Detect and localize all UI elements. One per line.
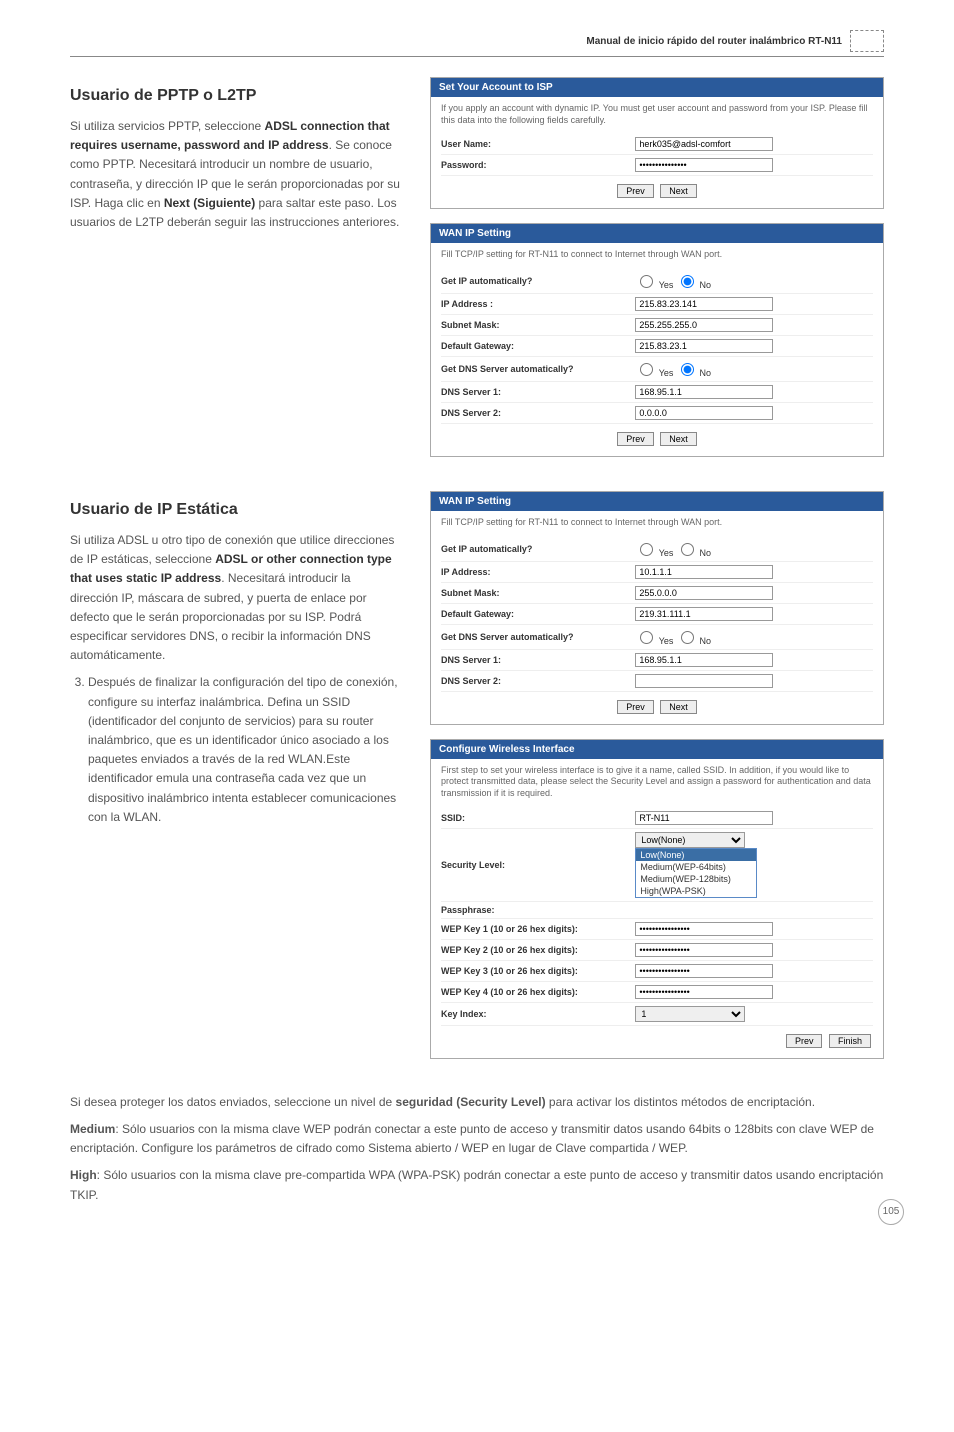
security-level-select[interactable]: Low(None) [635,832,745,848]
wep3-label: WEP Key 3 (10 or 26 hex digits): [441,966,635,976]
mask-label-2: Subnet Mask: [441,588,635,598]
panel2-desc: Fill TCP/IP setting for RT-N11 to connec… [441,249,873,261]
dns2-input[interactable] [635,406,773,420]
security-level-dropdown[interactable]: Low(None) Medium(WEP-64bits) Medium(WEP-… [635,848,757,898]
dns2-input-2[interactable] [635,674,773,688]
panel1-desc: If you apply an account with dynamic IP.… [441,103,873,126]
asus-logo-icon [850,30,884,52]
dropdown-opt-low[interactable]: Low(None) [636,849,756,861]
panel-configure-wireless: Configure Wireless Interface First step … [430,739,884,1059]
dnsauto-yes-2[interactable] [640,631,653,644]
next-button[interactable]: Next [660,184,697,198]
gw-label: Default Gateway: [441,341,635,351]
dnsauto-no-2[interactable] [681,631,694,644]
panel-wan-ip-2: WAN IP Setting Fill TCP/IP setting for R… [430,491,884,725]
panel-set-account: Set Your Account to ISP If you apply an … [430,77,884,209]
panel-wan-ip-1: WAN IP Setting Fill TCP/IP setting for R… [430,223,884,457]
panel4-desc: First step to set your wireless interfac… [441,765,873,800]
next-button[interactable]: Next [660,700,697,714]
dns1-input-2[interactable] [635,653,773,667]
dropdown-opt-high[interactable]: High(WPA-PSK) [636,885,756,897]
mask-input-2[interactable] [635,586,773,600]
keyidx-select[interactable]: 1 [635,1006,745,1022]
password-label: Password: [441,160,635,170]
next-button[interactable]: Next [660,432,697,446]
user-name-label: User Name: [441,139,635,149]
dns1-label: DNS Server 1: [441,387,635,397]
ip-input[interactable] [635,297,773,311]
auto-ip-no-2[interactable] [681,543,694,556]
dnsauto-label: Get DNS Server automatically? [441,364,635,374]
mask-input[interactable] [635,318,773,332]
dnsauto-label-2: Get DNS Server automatically? [441,632,635,642]
mask-label: Subnet Mask: [441,320,635,330]
dns2-label-2: DNS Server 2: [441,676,635,686]
wep4-input[interactable] [635,985,773,999]
finish-button[interactable]: Finish [829,1034,871,1048]
auto-ip-label: Get IP automatically? [441,276,635,286]
panel-wan1-title: WAN IP Setting [431,224,883,243]
gw-input[interactable] [635,339,773,353]
dns1-input[interactable] [635,385,773,399]
ssid-input[interactable] [635,811,773,825]
page-number: 105 [878,1199,904,1225]
step-list: Después de finalizar la configuración de… [70,673,400,827]
wep4-label: WEP Key 4 (10 or 26 hex digits): [441,987,635,997]
dropdown-opt-med128[interactable]: Medium(WEP-128bits) [636,873,756,885]
auto-ip-label-2: Get IP automatically? [441,544,635,554]
auto-ip-yes-2[interactable] [640,543,653,556]
panel3-desc: Fill TCP/IP setting for RT-N11 to connec… [441,517,873,529]
wep1-label: WEP Key 1 (10 or 26 hex digits): [441,924,635,934]
step-3: Después de finalizar la configuración de… [88,673,400,827]
gw-input-2[interactable] [635,607,773,621]
wep2-input[interactable] [635,943,773,957]
page-header: Manual de inicio rápido del router inalá… [70,30,884,57]
wep1-input[interactable] [635,922,773,936]
dropdown-opt-med64[interactable]: Medium(WEP-64bits) [636,861,756,873]
pptp-body: Si utiliza servicios PPTP, seleccione AD… [70,117,400,232]
bottom-text: Si desea proteger los datos enviados, se… [70,1093,884,1205]
ip-label: IP Address : [441,299,635,309]
wep2-label: WEP Key 2 (10 or 26 hex digits): [441,945,635,955]
wep3-input[interactable] [635,964,773,978]
keyidx-label: Key Index: [441,1009,635,1019]
security-level-label: Security Level: [441,860,635,870]
auto-ip-no[interactable] [681,275,694,288]
gw-label-2: Default Gateway: [441,609,635,619]
dnsauto-yes[interactable] [640,363,653,376]
ssid-label: SSID: [441,813,635,823]
ip-label-2: IP Address: [441,567,635,577]
dns1-label-2: DNS Server 1: [441,655,635,665]
password-input[interactable] [635,158,773,172]
auto-ip-yes[interactable] [640,275,653,288]
panel-set-account-title: Set Your Account to ISP [431,78,883,97]
panel-wan2-title: WAN IP Setting [431,492,883,511]
dnsauto-no[interactable] [681,363,694,376]
passphrase-label: Passphrase: [441,905,635,915]
pptp-heading: Usuario de PPTP o L2TP [70,87,400,105]
ip-input-2[interactable] [635,565,773,579]
prev-button[interactable]: Prev [617,700,654,714]
prev-button[interactable]: Prev [786,1034,823,1048]
user-name-input[interactable] [635,137,773,151]
static-ip-body: Si utiliza ADSL u otro tipo de conexión … [70,531,400,665]
header-title: Manual de inicio rápido del router inalá… [586,36,842,47]
static-ip-heading: Usuario de IP Estática [70,501,400,519]
prev-button[interactable]: Prev [617,184,654,198]
prev-button[interactable]: Prev [617,432,654,446]
panel-wireless-title: Configure Wireless Interface [431,740,883,759]
dns2-label: DNS Server 2: [441,408,635,418]
